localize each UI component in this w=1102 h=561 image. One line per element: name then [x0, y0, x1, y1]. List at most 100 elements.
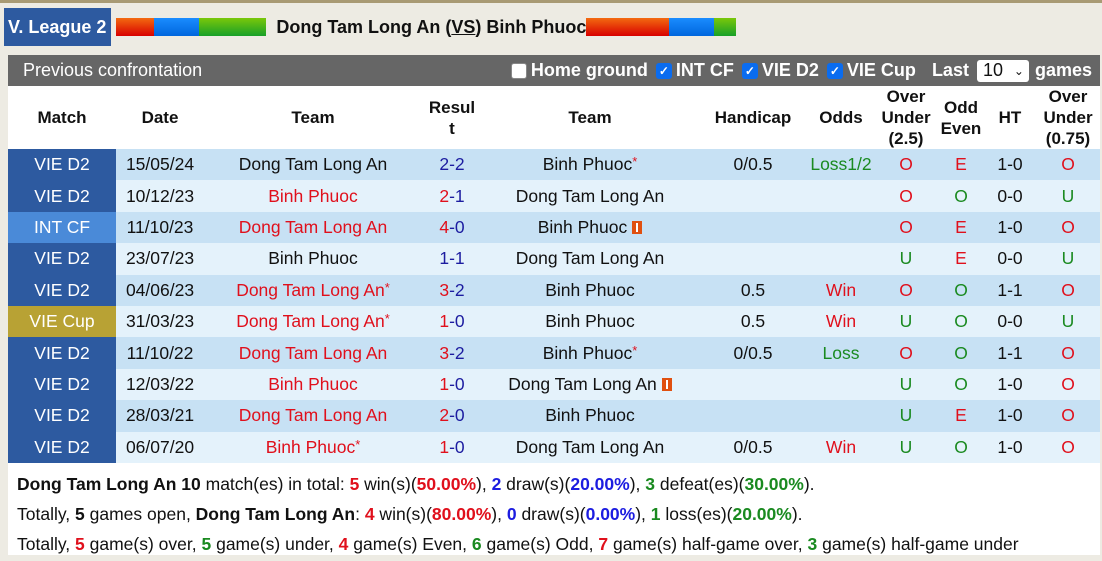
- home-team-cell[interactable]: Dong Tam Long An*: [204, 274, 422, 306]
- away-team-cell[interactable]: Binh Phuoc*: [482, 149, 698, 181]
- vie-cup-checkbox[interactable]: ✓: [826, 62, 843, 79]
- vie-d2-checkbox[interactable]: ✓: [741, 62, 758, 79]
- ht-cell: 0-0: [984, 180, 1036, 212]
- away-team-name[interactable]: Dong Tam Long An: [516, 248, 665, 268]
- league-cell[interactable]: VIE D2: [8, 274, 116, 306]
- col-home-team: Team: [204, 86, 422, 149]
- result-cell[interactable]: 1-0: [422, 431, 482, 463]
- home-team-name[interactable]: Binh Phuoc: [266, 437, 356, 457]
- away-team-cell[interactable]: Dong Tam Long An: [482, 180, 698, 212]
- league-cell[interactable]: INT CF: [8, 211, 116, 244]
- league-cell[interactable]: VIE D2: [8, 368, 116, 401]
- result-cell[interactable]: 1-1: [422, 243, 482, 275]
- away-team-cell[interactable]: Binh Phuoc: [482, 274, 698, 306]
- away-team-cell[interactable]: Binh Phuoc*: [482, 337, 698, 369]
- home-team-name[interactable]: Dong Tam Long An: [239, 343, 388, 363]
- home-team-cell[interactable]: Dong Tam Long An*: [204, 305, 422, 338]
- home-team-name[interactable]: Dong Tam Long An: [239, 405, 388, 425]
- home-team-name[interactable]: Dong Tam Long An: [239, 154, 388, 174]
- result-cell[interactable]: 2-0: [422, 400, 482, 432]
- odds-cell: Win: [808, 431, 874, 463]
- away-team-name[interactable]: Binh Phuoc: [543, 343, 633, 363]
- league-cell[interactable]: VIE D2: [8, 337, 116, 369]
- home-team-cell[interactable]: Binh Phuoc*: [204, 431, 422, 463]
- summary-segment: Totally,: [17, 533, 76, 554]
- away-team-name[interactable]: Binh Phuoc: [545, 280, 635, 300]
- col-ou075-l1: Over: [1048, 87, 1088, 106]
- table-row: VIE D2 11/10/22 Dong Tam Long An 3-2 Binh Ph…: [8, 337, 1100, 369]
- away-team-cell[interactable]: Binh Phuoc: [482, 305, 698, 338]
- home-team-cell[interactable]: Binh Phuoc: [204, 180, 422, 212]
- summary-segment: 20.00%: [732, 503, 792, 524]
- ou25-cell: U: [874, 431, 938, 463]
- league-cell[interactable]: VIE D2: [8, 243, 116, 275]
- away-team-name[interactable]: Dong Tam Long An: [516, 437, 665, 457]
- result-cell[interactable]: 3-2: [422, 274, 482, 306]
- away-team-cell[interactable]: Dong Tam Long An: [482, 431, 698, 463]
- table-row: VIE D2 04/06/23 Dong Tam Long An* 3-2 Binh P…: [8, 274, 1100, 306]
- ou25-cell: O: [874, 211, 938, 244]
- home-team-cell[interactable]: Dong Tam Long An: [204, 211, 422, 244]
- last-games-select[interactable]: 10 ⌄: [976, 59, 1029, 82]
- result-cell[interactable]: 2-2: [422, 149, 482, 181]
- home-ground-checkbox[interactable]: [510, 62, 527, 79]
- away-team-name[interactable]: Binh Phuoc: [545, 405, 635, 425]
- ou075-cell: O: [1036, 400, 1100, 432]
- away-team-name[interactable]: Dong Tam Long An: [508, 374, 657, 394]
- away-team-name[interactable]: Binh Phuoc: [545, 311, 635, 331]
- home-team-cell[interactable]: Dong Tam Long An: [204, 337, 422, 369]
- away-team-link[interactable]: Binh Phuoc: [486, 17, 586, 37]
- table-row: INT CF 11/10/23 Dong Tam Long An 4-0 Binh Ph…: [8, 211, 1100, 244]
- home-team-cell[interactable]: Binh Phuoc: [204, 243, 422, 275]
- result-cell[interactable]: 3-2: [422, 337, 482, 369]
- result-cell[interactable]: 4-0: [422, 211, 482, 244]
- league-cell[interactable]: VIE D2: [8, 180, 116, 212]
- away-team-cell[interactable]: Binh Phuoc: [482, 211, 698, 244]
- summary-segment: 20.00%: [570, 473, 630, 494]
- league-badge[interactable]: V. League 2: [4, 8, 112, 46]
- summary-segment: win(s)(: [374, 503, 432, 524]
- score-away: 0: [454, 436, 465, 457]
- league-cell[interactable]: VIE D2: [8, 149, 116, 181]
- odd-even-cell: O: [938, 180, 984, 212]
- score-away: 2: [454, 279, 465, 300]
- home-team-name[interactable]: Binh Phuoc: [268, 186, 358, 206]
- date-cell: 11/10/23: [116, 211, 204, 244]
- home-team-name[interactable]: Binh Phuoc: [268, 248, 358, 268]
- league-cell[interactable]: VIE D2: [8, 400, 116, 432]
- home-team-cell[interactable]: Binh Phuoc: [204, 368, 422, 401]
- home-team-cell[interactable]: Dong Tam Long An: [204, 149, 422, 181]
- ou25-cell: U: [874, 368, 938, 401]
- away-team-name[interactable]: Binh Phuoc: [538, 217, 628, 237]
- handicap-cell: 0/0.5: [698, 337, 808, 369]
- home-team-name[interactable]: Dong Tam Long An: [239, 217, 388, 237]
- ht-cell: 1-1: [984, 274, 1036, 306]
- home-team-name[interactable]: Binh Phuoc: [268, 374, 358, 394]
- summary-segment: Dong Tam Long An 10: [17, 473, 201, 494]
- away-team-name[interactable]: Dong Tam Long An: [516, 186, 665, 206]
- home-team-link[interactable]: Dong Tam Long An: [276, 17, 440, 37]
- away-team-cell[interactable]: Dong Tam Long An: [482, 368, 698, 401]
- league-cell[interactable]: VIE Cup: [8, 305, 116, 338]
- score-away: 1: [454, 248, 465, 269]
- home-ground-label[interactable]: Home ground: [531, 60, 648, 81]
- home-team-name[interactable]: Dong Tam Long An: [236, 280, 385, 300]
- result-cell[interactable]: 2-1: [422, 180, 482, 212]
- away-team-cell[interactable]: Binh Phuoc: [482, 400, 698, 432]
- col-match: Match: [8, 86, 116, 149]
- ht-cell: 1-0: [984, 211, 1036, 244]
- home-team-cell[interactable]: Dong Tam Long An: [204, 400, 422, 432]
- int-cf-label[interactable]: INT CF: [676, 60, 734, 81]
- date-cell: 23/07/23: [116, 243, 204, 275]
- vs-link[interactable]: VS: [451, 17, 475, 37]
- int-cf-checkbox[interactable]: ✓: [655, 62, 672, 79]
- result-cell[interactable]: 1-0: [422, 305, 482, 338]
- vie-d2-label[interactable]: VIE D2: [762, 60, 819, 81]
- vie-cup-label[interactable]: VIE Cup: [847, 60, 916, 81]
- away-team-name[interactable]: Binh Phuoc: [543, 154, 633, 174]
- odds-cell: [808, 211, 874, 244]
- league-cell[interactable]: VIE D2: [8, 431, 116, 463]
- away-team-cell[interactable]: Dong Tam Long An: [482, 243, 698, 275]
- home-team-name[interactable]: Dong Tam Long An: [236, 311, 385, 331]
- result-cell[interactable]: 1-0: [422, 368, 482, 401]
